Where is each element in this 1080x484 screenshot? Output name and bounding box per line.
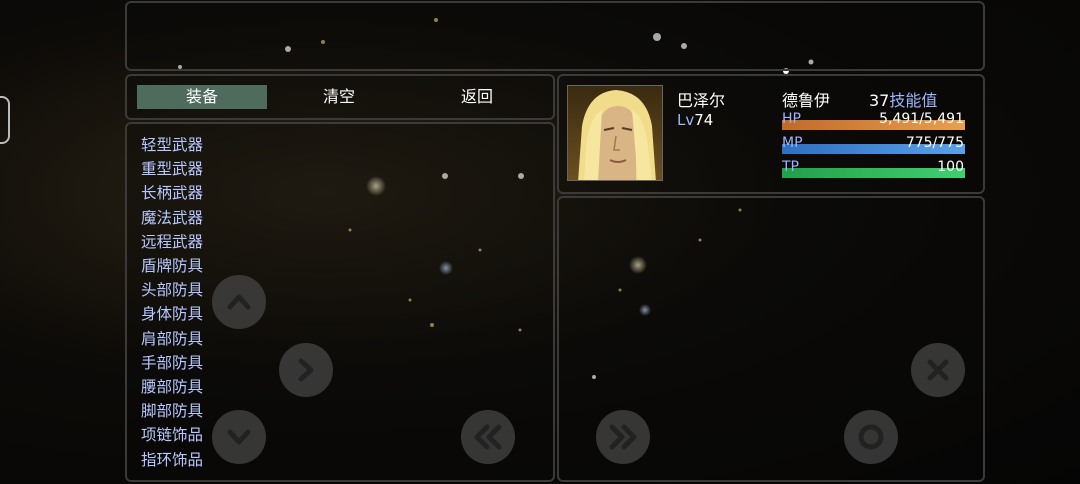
- page-right-button[interactable]: [596, 410, 650, 464]
- actor-portrait: [567, 85, 663, 181]
- mp-value: 775/775: [905, 135, 964, 151]
- down-button[interactable]: [212, 410, 266, 464]
- help-window: [125, 1, 985, 71]
- command-equip[interactable]: 装备: [137, 85, 267, 109]
- cancel-button[interactable]: [911, 343, 965, 397]
- category-item[interactable]: 远程武器: [141, 230, 203, 254]
- category-item[interactable]: 项链饰品: [141, 423, 203, 447]
- category-item[interactable]: 手部防具: [141, 351, 203, 375]
- actor-name: 巴泽尔: [677, 91, 726, 110]
- down-icon: [227, 429, 251, 445]
- category-item[interactable]: 指环饰品: [141, 448, 203, 472]
- category-item[interactable]: 肩部防具: [141, 327, 203, 351]
- category-item[interactable]: 身体防具: [141, 302, 203, 326]
- up-button[interactable]: [212, 275, 266, 329]
- category-item[interactable]: 头部防具: [141, 278, 203, 302]
- level-value: 74: [694, 111, 714, 129]
- hp-label: HP: [782, 111, 801, 127]
- tp-value: 100: [937, 159, 964, 175]
- skill-points-label: 技能值: [889, 91, 938, 110]
- page-left-button[interactable]: [461, 410, 515, 464]
- tp-label: TP: [782, 159, 799, 175]
- actor-level: Lv74: [677, 111, 713, 129]
- right-button[interactable]: [279, 343, 333, 397]
- command-clear[interactable]: 清空: [274, 85, 404, 109]
- command-back[interactable]: 返回: [412, 85, 542, 109]
- close-icon: [927, 359, 949, 381]
- category-item[interactable]: 盾牌防具: [141, 254, 203, 278]
- level-label: Lv: [677, 111, 695, 129]
- side-handle: [0, 96, 10, 144]
- mp-label: MP: [782, 135, 803, 151]
- actor-class: 德鲁伊: [782, 91, 831, 110]
- skill-points: 37技能值: [869, 87, 937, 111]
- up-icon: [227, 294, 251, 310]
- category-item[interactable]: 魔法武器: [141, 206, 203, 230]
- category-item[interactable]: 腰部防具: [141, 375, 203, 399]
- right-icon: [298, 358, 314, 382]
- category-item[interactable]: 长柄武器: [141, 181, 203, 205]
- confirm-button[interactable]: [844, 410, 898, 464]
- page-right-icon: [609, 424, 637, 450]
- category-item[interactable]: 重型武器: [141, 157, 203, 181]
- confirm-icon: [858, 424, 884, 450]
- category-item[interactable]: 轻型武器: [141, 133, 203, 157]
- skill-points-value: 37: [869, 91, 890, 110]
- hp-value: 5,491/5,491: [879, 111, 964, 127]
- page-left-icon: [474, 424, 502, 450]
- category-item[interactable]: 脚部防具: [141, 399, 203, 423]
